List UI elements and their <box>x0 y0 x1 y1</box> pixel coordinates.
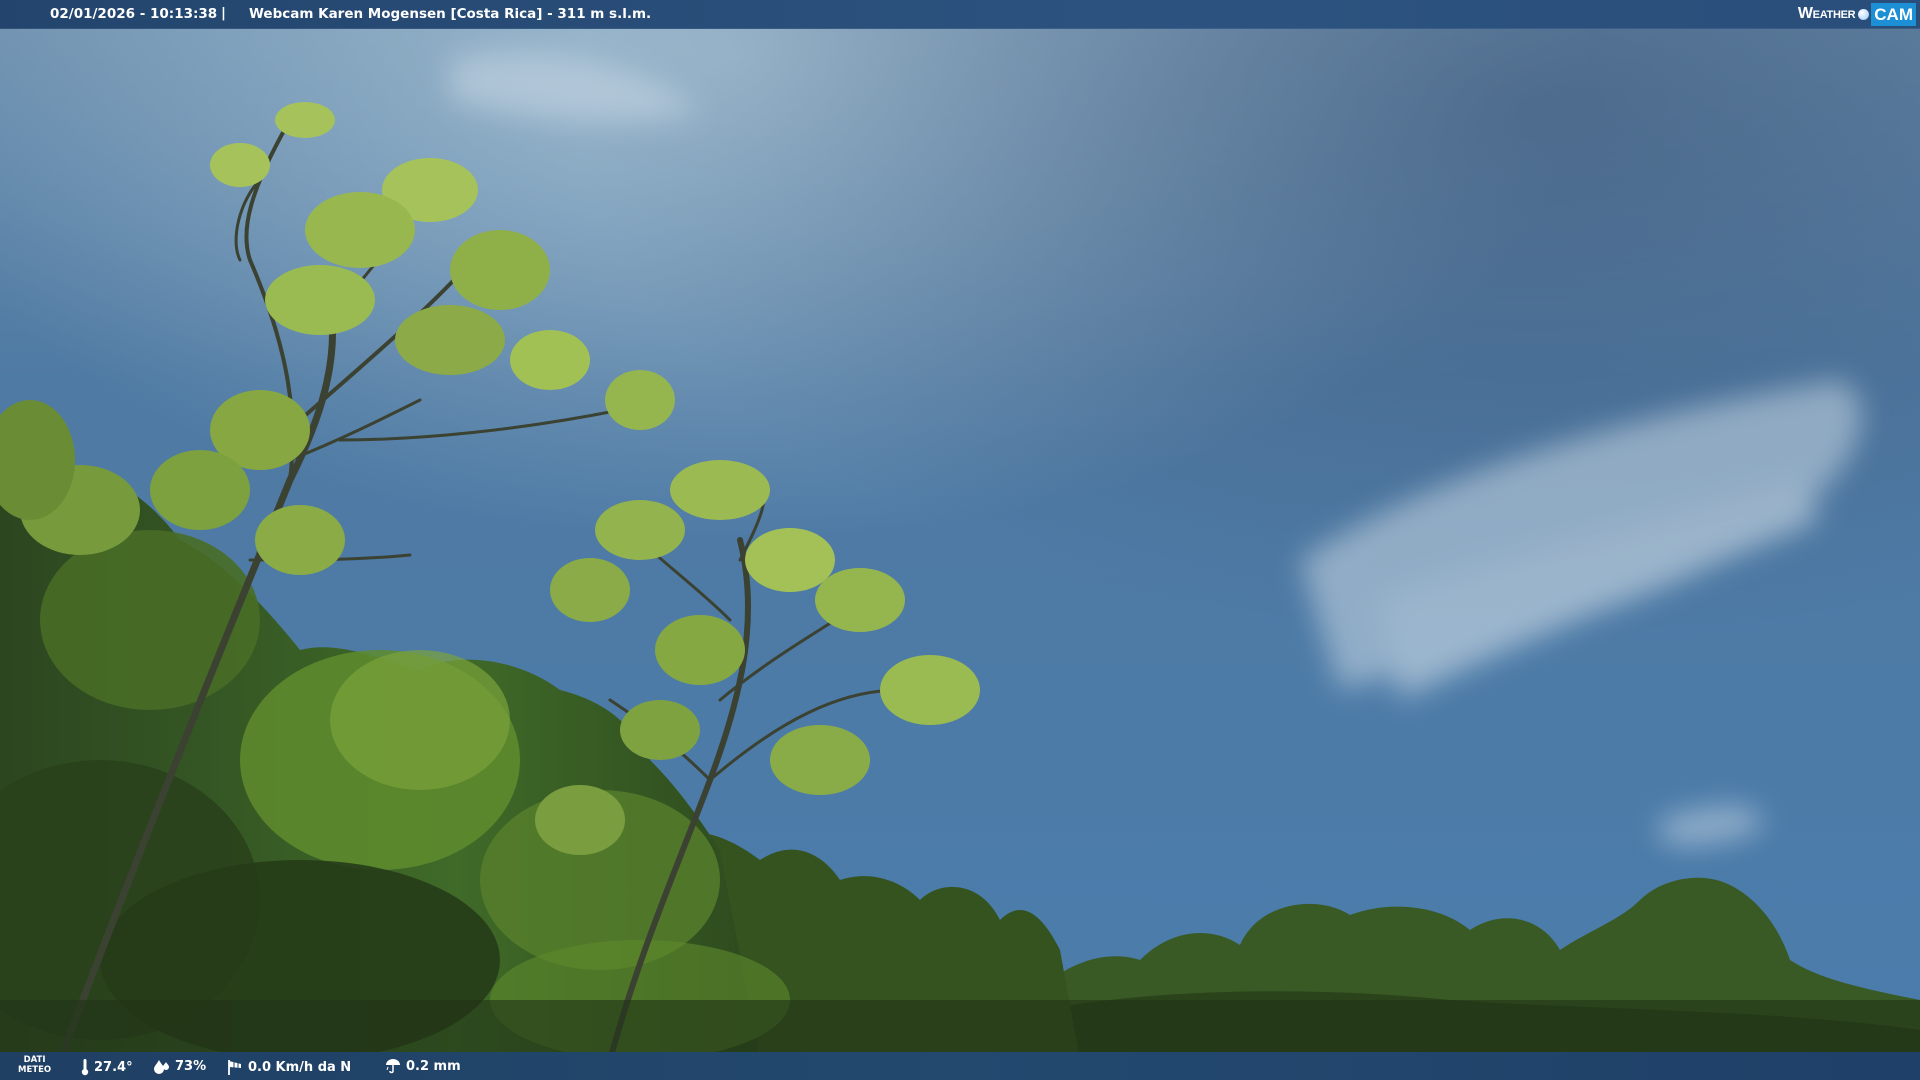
thermometer-icon <box>81 1059 89 1076</box>
logo-weather-text: Weather <box>1797 5 1856 22</box>
dati-meteo-label: DATI METEO <box>18 1055 52 1075</box>
humidity-reading: 73% <box>153 1058 206 1074</box>
timestamp: 02/01/2026 - 10:13:38 <box>50 6 218 22</box>
temperature-value: 27.4° <box>94 1059 133 1075</box>
humidity-value: 73% <box>175 1058 207 1074</box>
logo-dot-icon <box>1858 8 1870 20</box>
wind-value: 0.0 Km/h da N <box>248 1059 352 1075</box>
camera-title: Webcam Karen Mogensen [Costa Rica] - 311… <box>249 6 652 22</box>
separator: | <box>221 5 226 21</box>
rain-reading: 0.2 mm <box>384 1058 461 1074</box>
temperature-reading: 27.4° <box>80 1058 133 1076</box>
rain-icon <box>386 1059 400 1074</box>
rain-value: 0.2 mm <box>406 1058 461 1074</box>
windsock-icon <box>228 1060 241 1075</box>
weathercam-logo: Weather CAM <box>1798 0 1920 28</box>
ground-shade <box>0 1000 1920 1060</box>
webcam-scene <box>0 0 1920 1080</box>
wind-reading: 0.0 Km/h da N <box>226 1058 351 1076</box>
humidity-drop-icon <box>154 1060 169 1074</box>
top-info-bar: 02/01/2026 - 10:13:38 | Webcam Karen Mog… <box>0 0 1920 29</box>
weather-data-bar: DATI METEO 27.4° 73% 0.0 Km/h da N 0.2 m… <box>0 1052 1920 1080</box>
webcam-frame: 02/01/2026 - 10:13:38 | Webcam Karen Mog… <box>0 0 1920 1080</box>
logo-cam-text: CAM <box>1871 2 1916 26</box>
